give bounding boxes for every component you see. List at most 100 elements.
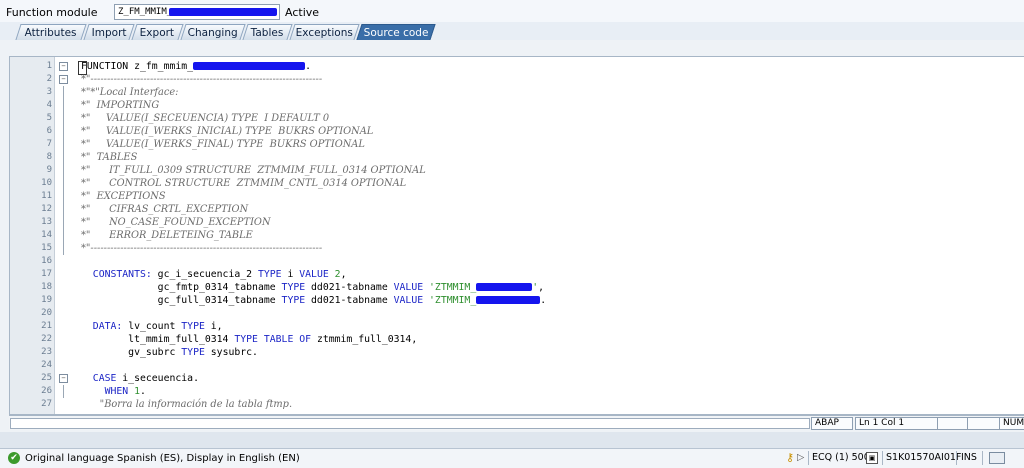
line-number: 22 [41,334,52,344]
code-keyword: CONSTANTS: [92,269,152,280]
fold-guide [63,125,64,138]
code-text: *" TABLES [81,151,137,164]
fold-toggle-icon[interactable]: − [59,75,68,84]
separator [882,451,883,465]
code-text: *" EXCEPTIONS [81,190,166,203]
code-line[interactable]: 5 *" VALUE(I_SECEUENCIA) TYPE I DEFAULT 0 [10,112,1024,125]
num-lock-indicator: NUM [999,417,1024,430]
code-text: *" CIFRAS_CRTL_EXCEPTION [81,203,248,216]
code-line[interactable]: 22 lt_mmim_full_0314 TYPE TABLE OF ztmmi… [10,333,1024,346]
key-icon[interactable]: ⚷ [786,452,794,464]
line-number: 6 [46,126,52,136]
code-line[interactable]: 11 *" EXCEPTIONS [10,190,1024,203]
code-line[interactable]: 19 gc_full_0314_tabname TYPE dd021-tabna… [10,294,1024,307]
horizontal-scrollbar[interactable] [10,418,810,429]
code-token: dd021-tabname [305,295,394,306]
code-line[interactable]: 15 *"------------------------------------… [10,242,1024,255]
line-number: 3 [46,87,52,97]
editor-language: ABAP [811,417,853,430]
code-line[interactable]: 7 *" VALUE(I_WERKS_FINAL) TYPE BUKRS OPTI… [10,138,1024,151]
function-module-field[interactable]: Z_FM_MMIM_ [114,4,280,20]
redaction-mark [476,296,541,304]
code-line[interactable]: 18 gc_fmtp_0314_tabname TYPE dd021-tabna… [10,281,1024,294]
fold-guide [63,112,64,125]
code-text: CONSTANTS: gc_i_secuencia_2 TYPE i VALUE… [81,268,347,281]
code-keyword: TYPE [281,282,306,293]
code-line[interactable]: 12 *" CIFRAS_CRTL_EXCEPTION [10,203,1024,216]
line-number: 8 [46,152,52,162]
code-line[interactable]: 14 *" ERROR_DELETEING_TABLE [10,229,1024,242]
code-line[interactable]: 8 *" TABLES [10,151,1024,164]
code-keyword: TYPE TABLE OF [234,334,312,345]
code-line[interactable]: 9 *" IT_FULL_0309 STRUCTURE ZTMMIM_FULL_0… [10,164,1024,177]
fold-toggle-icon[interactable]: − [59,374,68,383]
tab-tables[interactable]: Tables [242,24,293,40]
line-number: 2 [46,74,52,84]
code-line[interactable]: 3 *"*"Local Interface: [10,86,1024,99]
code-token: gv_subrc [81,347,182,358]
tab-exceptions[interactable]: Exceptions [289,24,360,40]
code-line[interactable]: 4 *" IMPORTING [10,99,1024,112]
code-line[interactable]: 25− CASE i_seceuencia. [10,372,1024,385]
line-number: 10 [41,178,52,188]
expand-triangle-icon[interactable]: ▷ [797,452,804,464]
fold-guide [63,190,64,203]
fold-guide [63,385,64,398]
system-popup-icon[interactable]: ▣ [866,452,878,464]
code-line[interactable]: 16 [10,255,1024,268]
tab-attributes[interactable]: Attributes [15,24,87,40]
code-text: *"*"Local Interface: [81,86,178,99]
code-line[interactable]: 17 CONSTANTS: gc_i_secuencia_2 TYPE i VA… [10,268,1024,281]
code-editor[interactable]: 1− FUNCTION z_fm_mmim_. 2− *"--------------… [9,56,1024,415]
tab-source-code[interactable]: Source code [356,24,436,40]
code-text: *" IMPORTING [81,99,159,112]
code-token: , [538,282,545,293]
fold-guide [63,164,64,177]
code-line[interactable]: 2− *"------------------------------------… [10,73,1024,86]
code-text: WHEN 1. [81,385,146,398]
code-token: i, [204,321,223,332]
code-text: FUNCTION z_fm_mmim_. [78,60,311,75]
code-line[interactable]: 23 gv_subrc TYPE sysubrc. [10,346,1024,359]
code-line[interactable]: 10 *" CONTROL STRUCTURE ZTMMIM_CNTL_0314 … [10,177,1024,190]
line-number: 1 [46,61,52,71]
function-module-status: Active [285,6,320,19]
code-line[interactable]: 6 *" VALUE(I_WERKS_INICIAL) TYPE BUKRS OP… [10,125,1024,138]
fold-guide [63,99,64,112]
code-comment: *" VALUE(I_SECEUENCIA) TYPE I DEFAULT 0 [81,113,330,124]
fold-toggle-icon[interactable]: − [59,62,68,71]
code-line[interactable]: 24 [10,359,1024,372]
code-line[interactable]: 26 WHEN 1. [10,385,1024,398]
line-number: 5 [46,113,52,123]
code-comment: *" VALUE(I_WERKS_INICIAL) TYPE BUKRS OPT… [81,126,374,137]
code-token: . [540,295,547,306]
separator [982,451,983,465]
tab-changing[interactable]: Changing [180,24,246,40]
code-comment: *" TABLES [81,152,138,163]
code-keyword: TYPE [181,321,205,332]
tab-import[interactable]: Import [83,24,135,40]
layout-menu-icon[interactable] [989,452,1005,464]
line-number: 12 [41,204,52,214]
code-text: CASE i_seceuencia. [81,372,199,385]
code-line[interactable]: 1− FUNCTION z_fm_mmim_. [10,60,1024,75]
code-text: *" NO_CASE_FOUND_EXCEPTION [81,216,271,229]
code-token: gc_full_0314_tabname [81,295,282,306]
separator [956,451,957,465]
code-text: *" VALUE(I_SECEUENCIA) TYPE I DEFAULT 0 [81,112,329,125]
line-number: 19 [41,295,52,305]
code-keyword: TYPE [257,269,282,280]
code-line[interactable]: 27 "Borra la información de la tabla ftm… [10,398,1024,411]
redaction-mark [476,283,533,291]
code-token: gc_i_secuencia_2 [151,269,258,280]
code-line[interactable]: 21 DATA: lv_count TYPE i, [10,320,1024,333]
code-line[interactable]: 13 *" NO_CASE_FOUND_EXCEPTION [10,216,1024,229]
line-number: 26 [41,386,52,396]
code-keyword: TYPE [181,347,205,358]
tab-export[interactable]: Export [131,24,184,40]
code-line[interactable]: 20 [10,307,1024,320]
code-lines: 1− FUNCTION z_fm_mmim_. 2− *"--------------… [10,60,1024,411]
code-text: gv_subrc TYPE sysubrc. [81,346,258,359]
